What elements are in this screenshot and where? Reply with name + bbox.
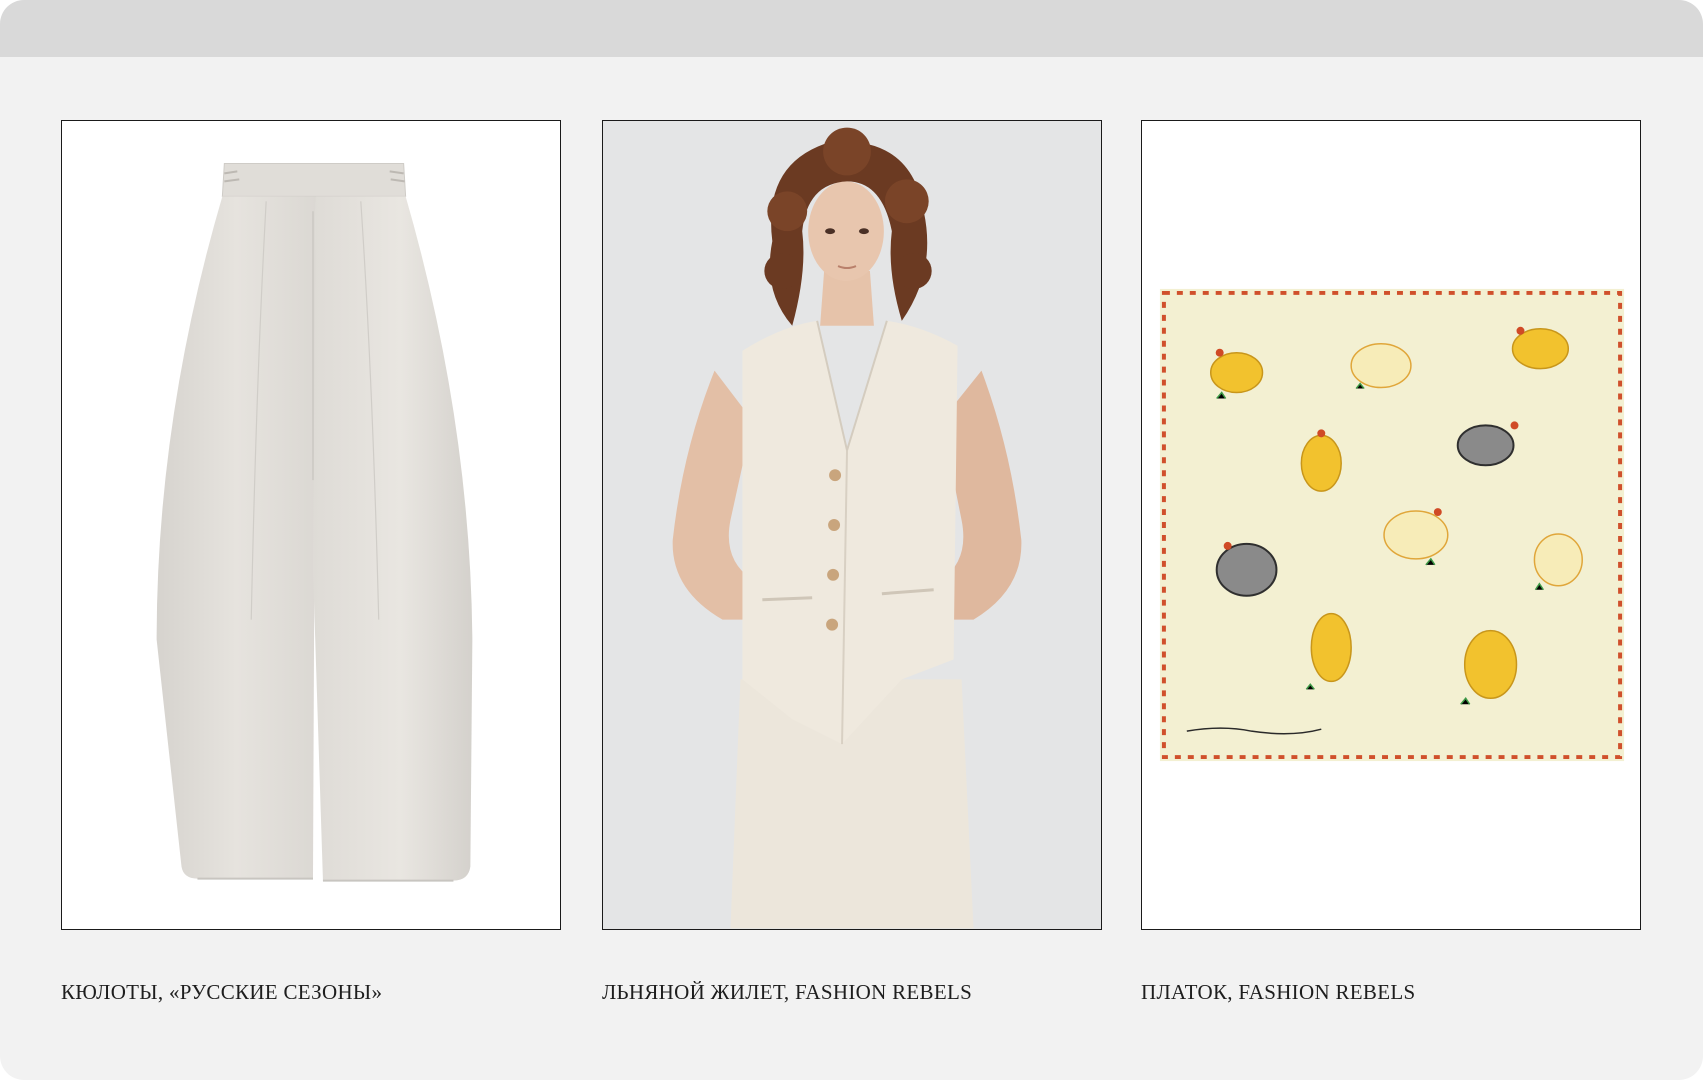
top-bar (0, 0, 1703, 57)
vest-icon (603, 121, 1101, 929)
page: КЮЛОТЫ, «РУССКИЕ СЕЗОНЫ» ЛЬНЯНОЙ ЖИЛЕТ, … (0, 0, 1703, 1080)
product-card-scarf[interactable] (1141, 120, 1641, 930)
culottes-icon (156, 162, 473, 882)
product-caption-culottes[interactable]: КЮЛОТЫ, «РУССКИЕ СЕЗОНЫ» (61, 980, 382, 1005)
product-caption-vest[interactable]: ЛЬНЯНОЙ ЖИЛЕТ, FASHION REBELS (602, 980, 972, 1005)
product-caption-scarf[interactable]: ПЛАТОК, FASHION REBELS (1141, 980, 1415, 1005)
scarf-icon (1142, 121, 1640, 929)
product-card-vest[interactable] (602, 120, 1102, 930)
product-card-culottes[interactable] (61, 120, 561, 930)
